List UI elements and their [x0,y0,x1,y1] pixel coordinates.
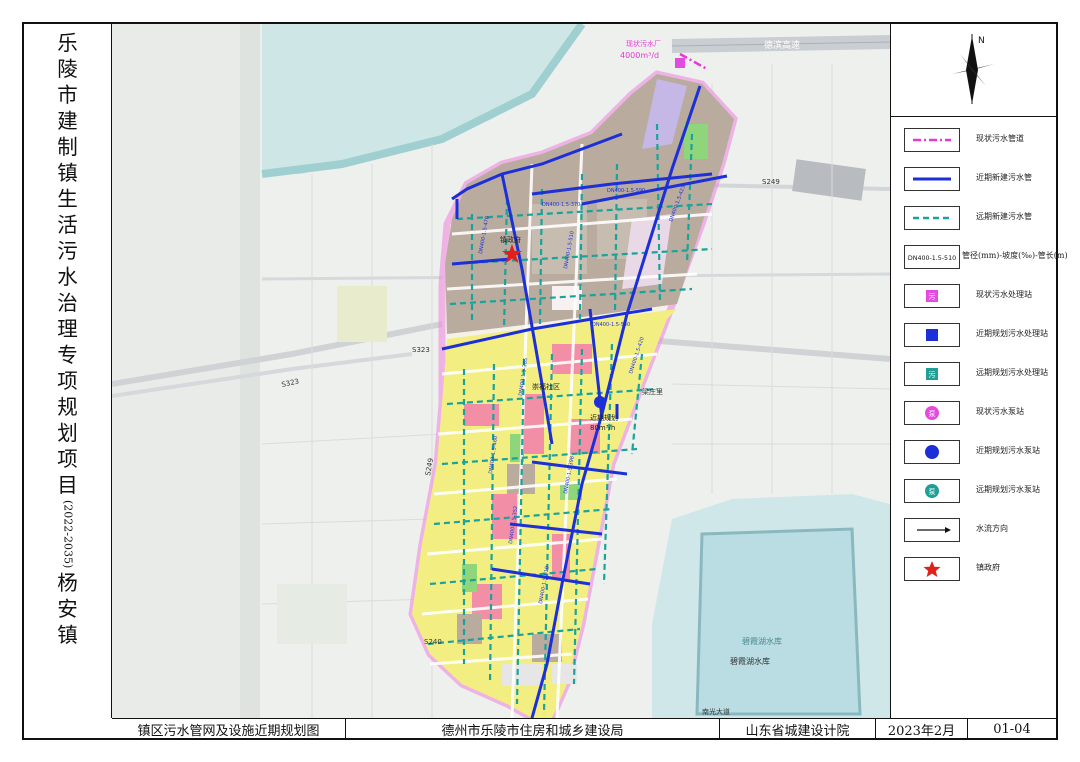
drawing-frame: 乐陵市建制镇生活污水治理专项规划项目 (2022-2035) 杨安镇 现状污水厂… [22,22,1068,740]
dashed-teal-line-icon [904,206,960,230]
title-char: 乐 [57,31,78,55]
near-term-pump-station[interactable] [594,396,606,408]
expressway-label: 德滨高速 [764,39,800,51]
title-char: 市 [57,83,78,107]
title-char: 治 [57,291,78,315]
authority-name: 德州市乐陵市住房和城乡建设局 [346,719,720,739]
red-star-icon [904,557,960,581]
title-char: 安 [57,597,78,622]
legend-row: 近期规划污水处理站 [890,319,1056,355]
road-label-s249: S249 [762,178,780,186]
title-char: 生 [57,187,78,211]
svg-text:DN400-1.5-510: DN400-1.5-510 [908,255,956,262]
legend-row: 远期新建污水管 [890,202,1056,238]
vertical-title: 乐陵市建制镇生活污水治理专项规划项目 (2022-2035) 杨安镇 [24,24,112,718]
map-canvas: 现状污水厂 4000m³/d 德滨高速 S249 S323 S323 S240 … [112,24,890,718]
pipe-spec-label: DN400-1.5-590 [607,188,645,194]
title-char: 理 [57,317,78,341]
road-label-s323: S323 [412,346,430,354]
svg-text:泵: 泵 [929,488,936,496]
existing-plant-capacity: 4000m³/d [620,51,659,60]
compass-north-label: N [978,36,985,46]
existing-treatment-plant[interactable] [675,58,685,68]
blue-square-icon [904,323,960,347]
legend-label: 现状污水泵站 [976,407,1024,416]
teal-circle-icon: 泵 [904,479,960,503]
title-char: 项 [57,369,78,393]
title-char: 制 [57,135,78,159]
legend-row: 污 现状污水处理站 [890,280,1056,316]
title-char: 项 [57,447,78,471]
blue-circle-icon [904,440,960,464]
sheet-number: 01-04 [993,721,1031,737]
legend-label: 近期规划污水泵站 [976,446,1040,455]
solid-blue-line-icon [904,167,960,191]
legend-label: 近期规划污水处理站 [976,329,1048,338]
map-area[interactable]: 现状污水厂 4000m³/d 德滨高速 S249 S323 S323 S240 … [112,24,891,718]
title-char: 活 [57,213,78,237]
drawing-name: 镇区污水管网及设施近期规划图 [112,719,346,739]
legend-label: 管径(mm)-坡度(‰)-管长(m) [962,251,1068,260]
pipe-spec-label: DN400-1.5-370 [542,202,580,208]
title-char: 水 [57,265,78,289]
magenta-square-icon: 污 [904,284,960,308]
legend-label: 水流方向 [976,524,1008,533]
title-char: (2022-2035) [61,500,75,569]
road-label-south: 南光大道 [702,707,730,716]
legend-label: 远期新建污水管 [976,212,1032,221]
reservoir-label-2: 碧霞湖水库 [730,656,770,666]
road-label-s240: S240 [424,638,442,646]
pipe-spec-box-icon: DN400-1.5-510 [904,245,960,269]
legend-row: 镇政府 [890,553,1056,589]
title-char: 建 [57,109,78,133]
legend-label: 远期规划污水处理站 [976,368,1048,377]
legend-row: 近期新建污水管 [890,163,1056,199]
pump-name-label: 近期规划 [590,413,618,422]
svg-text:污: 污 [929,371,936,379]
legend-row: 近期规划污水泵站 [890,436,1056,472]
magenta-circle-icon: 泵 [904,401,960,425]
reservoir-label: 碧霞湖水库 [742,636,782,646]
pipe-spec-label: DN400-1.5-540 [592,322,630,328]
legend-label: 镇政府 [976,563,1000,572]
title-char: 陵 [57,57,78,81]
legend-row: 污 远期规划污水处理站 [890,358,1056,394]
legend-label: 现状污水处理站 [976,290,1032,299]
teal-square-icon: 污 [904,362,960,386]
legend-label: 近期新建污水管 [976,173,1032,182]
government-label: 镇政府 [500,235,521,244]
svg-text:污: 污 [929,293,936,301]
legend-panel: N 现状污水管道 近期新建污水管 远期新建污水管 DN400-1.5-510 管径(mm… [890,24,1068,718]
designer-name: 山东省城建设计院 [720,719,876,739]
pump-capacity-label: 80m³/h [590,424,615,432]
legend-row: 泵 现状污水泵站 [890,397,1056,433]
title-char: 污 [57,239,78,263]
title-char: 划 [57,421,78,445]
svg-text:泵: 泵 [929,410,936,418]
title-block: 镇区污水管网及设施近期规划图 德州市乐陵市住房和城乡建设局 山东省城建设计院 2… [112,718,1056,739]
dashdot-magenta-line-icon [904,128,960,152]
title-char: 目 [57,473,78,497]
title-char: 规 [57,395,78,419]
existing-plant-label: 现状污水厂 [626,39,661,48]
community-label: 崇福社区 [532,382,560,391]
arrow-icon [904,518,960,542]
legend-label: 远期规划污水泵站 [976,485,1040,494]
legend-label: 现状污水管道 [976,134,1024,143]
legend-row: DN400-1.5-510 管径(mm)-坡度(‰)-管长(m) [890,241,1068,277]
legend-row: 泵 远期规划污水泵站 [890,475,1056,511]
compass: N [890,24,1056,117]
title-char: 镇 [57,623,78,648]
title-char: 镇 [57,161,78,185]
village-label: 梁庄里 [642,387,663,396]
legend-row: 现状污水管道 [890,124,1056,160]
title-char: 专 [57,343,78,367]
legend-row: 水流方向 [890,514,1056,550]
title-char: 杨 [57,571,78,596]
drawing-date: 2023年2月 [876,719,968,739]
